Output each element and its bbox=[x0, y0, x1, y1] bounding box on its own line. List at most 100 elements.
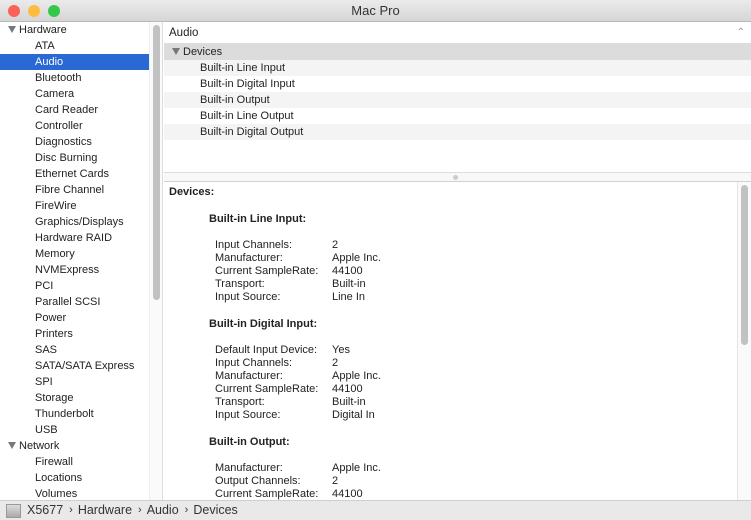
property-row: Manufacturer: Apple Inc. bbox=[215, 462, 737, 475]
property-label: Transport: bbox=[215, 278, 265, 290]
sidebar-item-label: Card Reader bbox=[35, 104, 98, 116]
sidebar-item[interactable]: SATA/SATA Express bbox=[0, 358, 149, 374]
sidebar-item[interactable]: Fibre Channel bbox=[0, 182, 149, 198]
list-header[interactable]: Audio ⌃ bbox=[164, 22, 751, 44]
breadcrumb-item[interactable]: Audio bbox=[147, 501, 179, 520]
sidebar-item[interactable]: Memory bbox=[0, 246, 149, 262]
sidebar-item-label: Power bbox=[35, 312, 67, 324]
sidebar-item[interactable]: Storage bbox=[0, 390, 149, 406]
breadcrumb-separator-icon: › bbox=[184, 504, 189, 516]
property-label: Manufacturer: bbox=[215, 252, 283, 264]
sidebar-group-network[interactable]: Network bbox=[0, 438, 149, 454]
property-label: Input Source: bbox=[215, 409, 281, 421]
sidebar-item-label: Bluetooth bbox=[35, 72, 82, 84]
sidebar-item-label: Firewall bbox=[35, 456, 73, 468]
sidebar-item-label: Diagnostics bbox=[35, 136, 92, 148]
devices-group-label: Devices bbox=[183, 46, 223, 58]
sidebar-scroll-thumb[interactable] bbox=[153, 25, 160, 300]
sidebar-item[interactable]: FireWire bbox=[0, 198, 149, 214]
property-value: Apple Inc. bbox=[332, 252, 381, 264]
property-row: Default Input Device: Yes bbox=[215, 344, 737, 357]
pane-splitter[interactable] bbox=[164, 172, 751, 182]
sidebar-group-hardware[interactable]: Hardware bbox=[0, 22, 149, 38]
sidebar-item-label: Storage bbox=[35, 392, 74, 404]
sidebar-item[interactable]: Locations bbox=[0, 470, 149, 486]
property-row: Manufacturer: Apple Inc. bbox=[215, 370, 737, 383]
device-row[interactable]: Built-in Output bbox=[164, 92, 751, 108]
sidebar-item[interactable]: Thunderbolt bbox=[0, 406, 149, 422]
close-button[interactable] bbox=[8, 5, 20, 17]
sidebar-item[interactable]: NVMExpress bbox=[0, 262, 149, 278]
sidebar-item[interactable]: Bluetooth bbox=[0, 70, 149, 86]
sidebar-item-label: Hardware RAID bbox=[35, 232, 113, 244]
sidebar-item-label: Ethernet Cards bbox=[35, 168, 109, 180]
property-row: Input Source: Line In bbox=[215, 291, 737, 304]
sidebar-item[interactable]: SPI bbox=[0, 374, 149, 390]
sidebar-item[interactable]: Firewall bbox=[0, 454, 149, 470]
property-label: Input Channels: bbox=[215, 239, 293, 251]
devices-group-row[interactable]: Devices bbox=[164, 44, 751, 60]
sidebar-item[interactable]: Disc Burning bbox=[0, 150, 149, 166]
sidebar-item-label: SPI bbox=[35, 376, 53, 388]
detail-pane: Devices: Built-in Line Input: Input Chann… bbox=[164, 182, 737, 500]
sidebar-item[interactable]: Audio bbox=[0, 54, 149, 70]
sidebar-item-label: PCI bbox=[35, 280, 54, 292]
property-value: Line In bbox=[332, 291, 366, 303]
sidebar-item[interactable]: Power bbox=[0, 310, 149, 326]
device-row[interactable]: Built-in Line Input bbox=[164, 60, 751, 76]
device-row[interactable]: Built-in Digital Input bbox=[164, 76, 751, 92]
disclosure-triangle-icon[interactable] bbox=[8, 442, 16, 449]
breadcrumb-item[interactable]: Hardware bbox=[78, 501, 132, 520]
sidebar-item-label: SAS bbox=[35, 344, 58, 356]
sidebar-item[interactable]: Ethernet Cards bbox=[0, 166, 149, 182]
sidebar-item[interactable]: Diagnostics bbox=[0, 134, 149, 150]
sidebar-item[interactable]: Hardware RAID bbox=[0, 230, 149, 246]
disclosure-triangle-icon[interactable] bbox=[172, 48, 180, 55]
device-row[interactable]: Built-in Line Output bbox=[164, 108, 751, 124]
splitter-handle-icon[interactable] bbox=[453, 175, 458, 180]
property-value: 2 bbox=[332, 357, 339, 369]
sidebar-item-label: USB bbox=[35, 424, 58, 436]
sidebar-item-label: Camera bbox=[35, 88, 75, 100]
section-heading: Built-in Output: bbox=[209, 436, 290, 448]
property-label: Input Channels: bbox=[215, 357, 293, 369]
property-label: Output Channels: bbox=[215, 475, 301, 487]
sidebar-item[interactable]: PCI bbox=[0, 278, 149, 294]
property-value: Built-in bbox=[332, 396, 366, 408]
property-value: 44100 bbox=[332, 383, 363, 395]
breadcrumb-item[interactable]: X5677 bbox=[27, 501, 63, 520]
sidebar-item[interactable]: Card Reader bbox=[0, 102, 149, 118]
property-label: Manufacturer: bbox=[215, 370, 283, 382]
sidebar-item-label: Fibre Channel bbox=[35, 184, 105, 196]
sidebar-item[interactable]: ATA bbox=[0, 38, 149, 54]
sidebar-item[interactable]: Camera bbox=[0, 86, 149, 102]
sidebar-item[interactable]: Graphics/Displays bbox=[0, 214, 149, 230]
property-label: Input Source: bbox=[215, 291, 281, 303]
sidebar-item[interactable]: USB bbox=[0, 422, 149, 438]
property-value: Digital In bbox=[332, 409, 375, 421]
breadcrumb-item[interactable]: Devices bbox=[193, 501, 237, 520]
property-label: Transport: bbox=[215, 396, 265, 408]
property-row: Transport: Built-in bbox=[215, 396, 737, 409]
detail-scroll-thumb[interactable] bbox=[741, 185, 748, 345]
property-list: Input Channels: 2 Manufacturer: Apple Inc. C… bbox=[215, 239, 737, 304]
property-row: Current SampleRate: 44100 bbox=[215, 265, 737, 278]
title-bar: Mac Pro bbox=[0, 0, 751, 22]
sidebar-item[interactable]: Volumes bbox=[0, 486, 149, 500]
minimize-button[interactable] bbox=[28, 5, 40, 17]
sidebar: Hardware ATA Audio Bluetooth Camera Card Read… bbox=[0, 22, 149, 500]
property-value: Apple Inc. bbox=[332, 462, 381, 474]
sidebar-scrollbar[interactable] bbox=[149, 22, 163, 500]
detail-scrollbar[interactable] bbox=[737, 182, 751, 500]
sidebar-item[interactable]: Parallel SCSI bbox=[0, 294, 149, 310]
sidebar-item[interactable]: SAS bbox=[0, 342, 149, 358]
device-row[interactable]: Built-in Digital Output bbox=[164, 124, 751, 140]
sort-chevron-up-icon[interactable]: ⌃ bbox=[737, 22, 745, 44]
disclosure-triangle-icon[interactable] bbox=[8, 26, 16, 33]
property-row: Current SampleRate: 44100 bbox=[215, 383, 737, 396]
zoom-button[interactable] bbox=[48, 5, 60, 17]
sidebar-item-label: Hardware bbox=[19, 24, 67, 36]
breadcrumb-separator-icon: › bbox=[138, 504, 142, 516]
sidebar-item[interactable]: Printers bbox=[0, 326, 149, 342]
sidebar-item[interactable]: Controller bbox=[0, 118, 149, 134]
